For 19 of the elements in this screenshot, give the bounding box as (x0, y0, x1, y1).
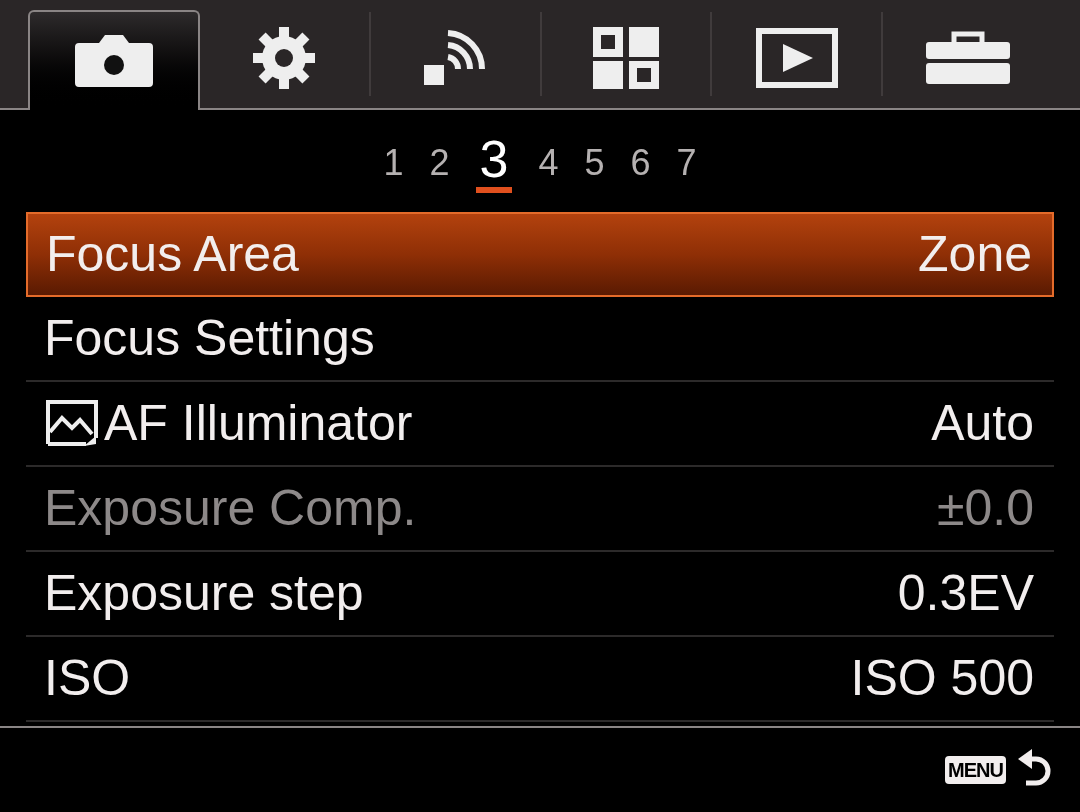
page-number[interactable]: 6 (630, 145, 651, 181)
menu-key: MENU (945, 756, 1006, 784)
page-number[interactable]: 4 (538, 145, 559, 181)
menu-item[interactable]: Focus Settings (26, 297, 1054, 382)
page-number[interactable]: 5 (584, 145, 605, 181)
play-icon (754, 27, 839, 89)
settings-icon (251, 25, 318, 91)
page-number[interactable]: 1 (383, 145, 404, 181)
menu-tab[interactable] (28, 10, 200, 110)
menu-item[interactable]: Focus Area Zone (26, 212, 1054, 297)
page-number[interactable]: 2 (429, 145, 450, 181)
grid-icon (591, 25, 661, 91)
camera-icon (73, 33, 155, 89)
page-number[interactable]: 3 (475, 133, 513, 193)
menu-item[interactable]: Exposure step 0.3EV (26, 552, 1054, 637)
menu-item[interactable]: ISO ISO 500 (26, 637, 1054, 722)
menu-item[interactable]: AF Illuminator Auto (26, 382, 1054, 467)
toolbox-icon (923, 30, 1012, 86)
page-number[interactable]: 7 (676, 145, 697, 181)
